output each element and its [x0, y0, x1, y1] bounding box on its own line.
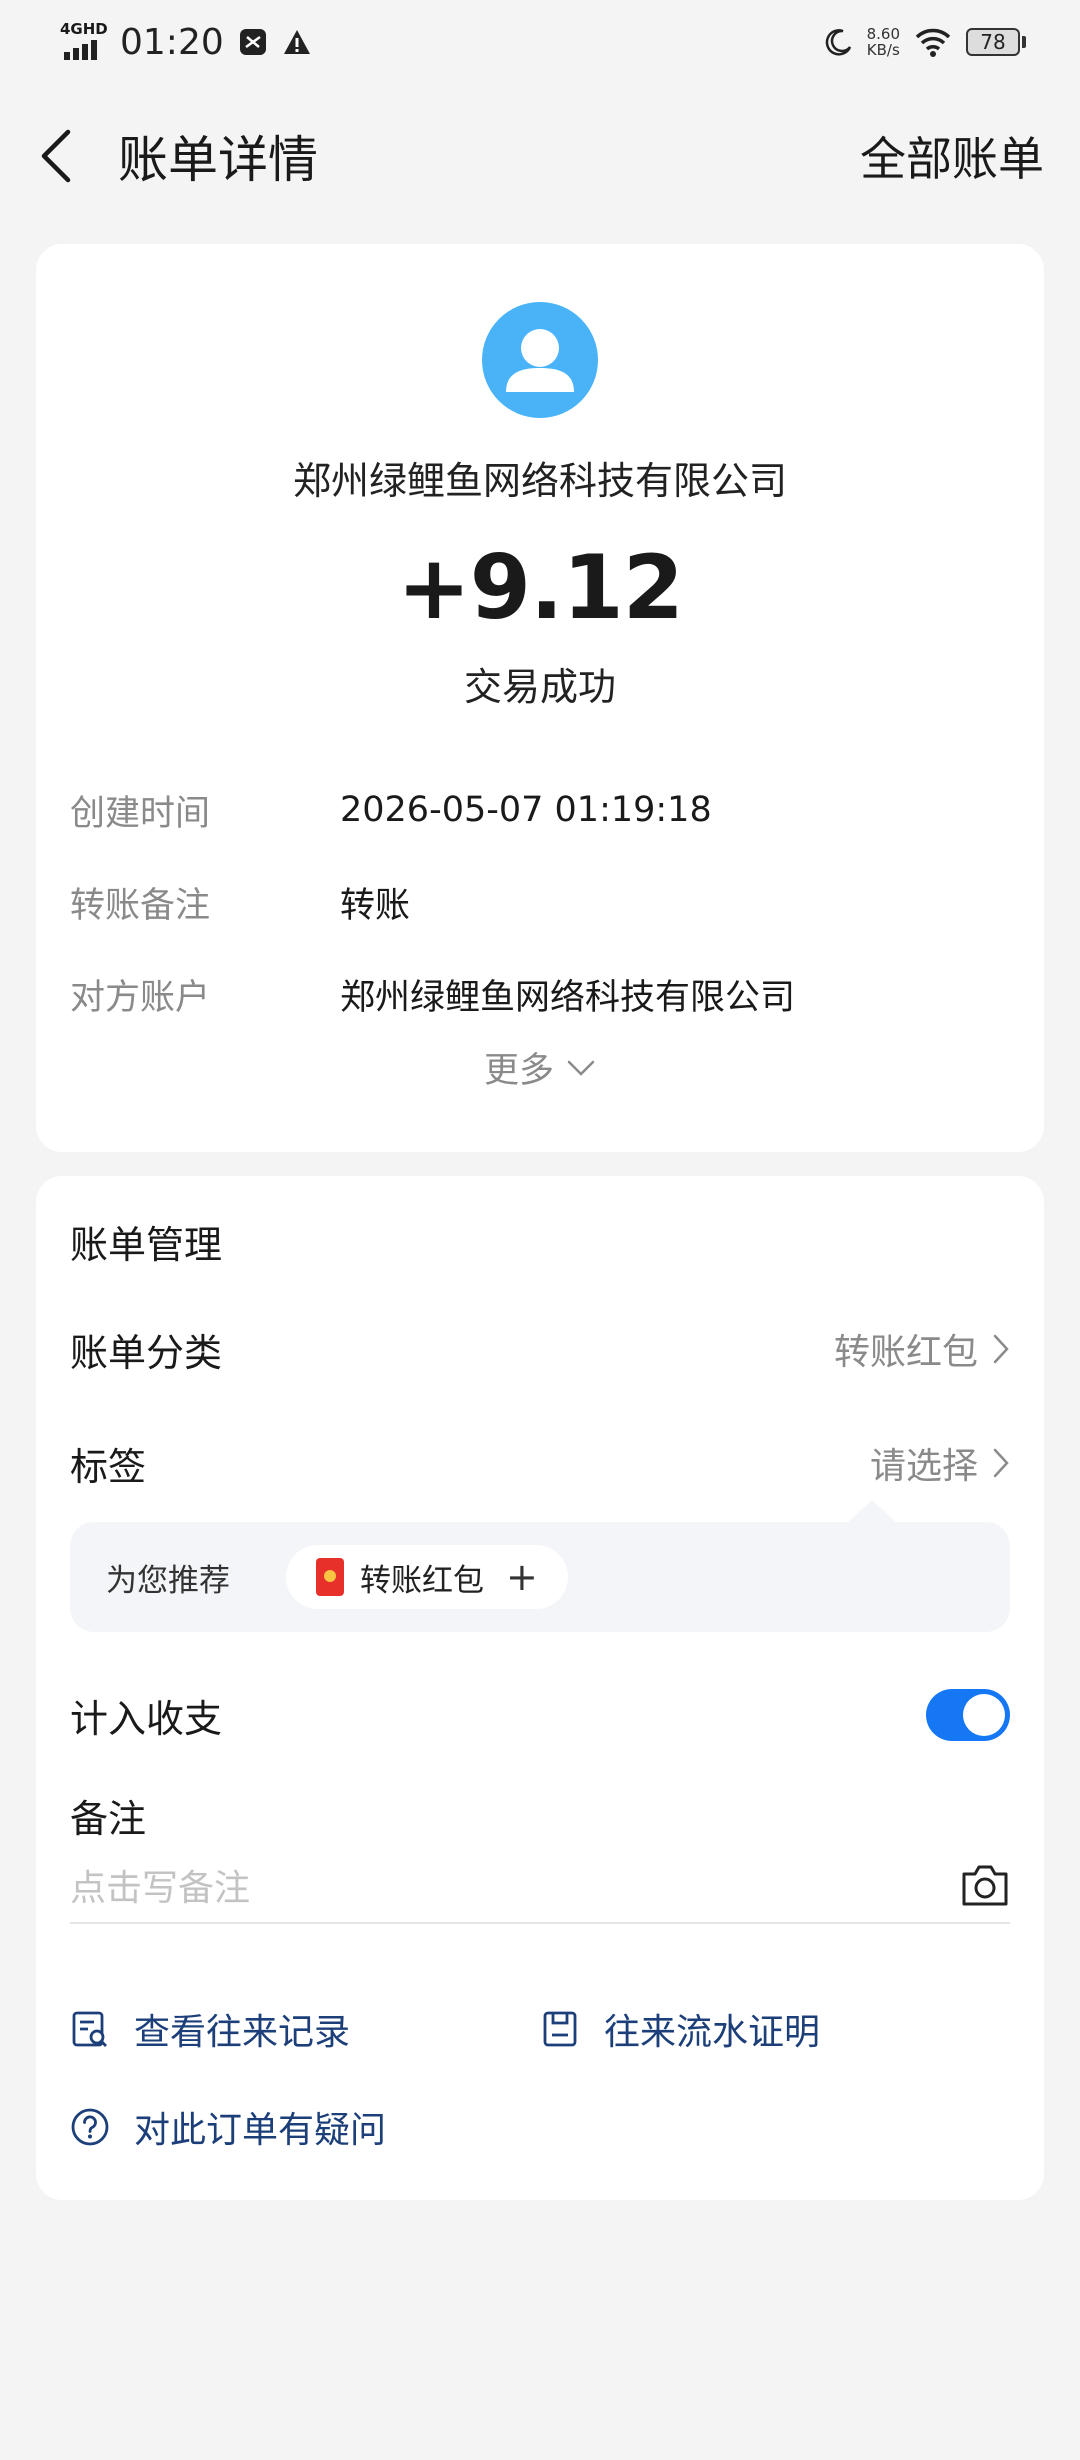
note-input[interactable]: 点击写备注 [70, 1859, 250, 1911]
bill-category-value-group: 转账红包 [834, 1323, 1010, 1375]
chevron-left-icon [41, 129, 71, 183]
battery-level: 78 [980, 30, 1006, 54]
net-speed-value: 8.60 [866, 25, 900, 43]
detail-row-transfer-note: 转账备注 转账 [70, 872, 1010, 932]
chevron-right-icon [993, 1334, 1009, 1364]
status-bar: 4GHD 01:20 8.60 KB/s 78 [0, 0, 1080, 84]
more-label: 更多 [483, 1051, 554, 1091]
net-speed: 8.60 KB/s [867, 26, 900, 58]
records-search-icon [72, 2011, 107, 2047]
red-packet-icon [316, 1558, 344, 1596]
bill-category-value: 转账红包 [833, 1332, 978, 1373]
detail-value: 郑州绿鲤鱼网络科技有限公司 [340, 977, 796, 1018]
app-notification-icon [239, 29, 266, 55]
more-button[interactable]: 更多 [36, 1042, 1044, 1093]
view-records-label: 查看往来记录 [134, 2012, 351, 2053]
network-type: 4GHD [60, 20, 108, 38]
tag-recommendation-panel: 为您推荐 转账红包 + [70, 1500, 1010, 1632]
transaction-proof-label: 往来流水证明 [604, 2012, 821, 2053]
include-in-stats-row: 计入收支 [70, 1680, 1010, 1750]
all-bills-link[interactable]: 全部账单 [860, 123, 1044, 189]
detail-value: 转账 [340, 885, 411, 926]
warning-icon [283, 30, 310, 54]
bill-management-card: 账单管理 账单分类 转账红包 标签 请选择 为您推荐 转账红包 + 计入收支 备… [36, 1176, 1044, 2200]
recommend-label: 为您推荐 [106, 1562, 230, 1599]
avatar [482, 302, 598, 418]
recommend-chip[interactable]: 转账红包 + [286, 1545, 568, 1609]
plus-icon: + [506, 1555, 538, 1599]
counterparty-name: 郑州绿鲤鱼网络科技有限公司 [292, 459, 787, 503]
user-icon [506, 329, 574, 392]
bill-category-label: 账单分类 [70, 1330, 223, 1375]
include-in-stats-label: 计入收支 [70, 1696, 223, 1741]
note-input-row: 点击写备注 [70, 1848, 1010, 1924]
include-in-stats-toggle[interactable] [926, 1689, 1010, 1741]
status-left: 4GHD 01:20 [60, 20, 312, 63]
chevron-right-icon [993, 1448, 1009, 1478]
bill-category-row[interactable]: 账单分类 转账红包 [70, 1314, 1010, 1384]
view-records-link[interactable]: 查看往来记录 [70, 1994, 350, 2064]
tag-value-group: 请选择 [870, 1437, 1010, 1489]
transaction-status: 交易成功 [463, 665, 616, 709]
recommend-chip-label: 转账红包 [360, 1562, 484, 1599]
tag-row[interactable]: 标签 请选择 [70, 1428, 1010, 1498]
detail-label: 转账备注 [70, 885, 211, 926]
nav-bar: 账单详情 全部账单 [0, 110, 1080, 202]
note-label: 备注 [70, 1797, 147, 1841]
tag-label: 标签 [70, 1444, 147, 1489]
panel-pointer [846, 1500, 898, 1524]
page-title: 账单详情 [118, 131, 318, 189]
chevron-down-icon [567, 1060, 595, 1076]
tag-value: 请选择 [869, 1446, 978, 1487]
detail-row-counterparty-account: 对方账户 郑州绿鲤鱼网络科技有限公司 [70, 964, 1010, 1024]
transaction-amount: +9.12 [397, 536, 684, 639]
document-icon [543, 2011, 577, 2047]
toggle-knob [963, 1694, 1005, 1736]
order-question-link[interactable]: 对此订单有疑问 [70, 2092, 386, 2162]
net-speed-unit: KB/s [866, 41, 900, 59]
signal-icon: 4GHD [60, 20, 108, 62]
status-time: 01:20 [120, 21, 224, 63]
section-title: 账单管理 [70, 1223, 223, 1267]
moon-icon [825, 29, 851, 56]
wifi-icon [915, 28, 951, 57]
detail-row-created-time: 创建时间 2026-05-07 01:19:18 [70, 780, 1010, 840]
detail-label: 创建时间 [70, 793, 211, 834]
battery-icon: 78 [966, 28, 1026, 56]
order-question-label: 对此订单有疑问 [134, 2110, 387, 2151]
status-right: 8.60 KB/s 78 [823, 26, 1026, 58]
transaction-proof-link[interactable]: 往来流水证明 [540, 1994, 820, 2064]
detail-label: 对方账户 [70, 977, 211, 1018]
back-button[interactable] [36, 121, 92, 191]
camera-icon[interactable] [960, 1862, 1010, 1908]
transaction-card: 郑州绿鲤鱼网络科技有限公司 +9.12 交易成功 创建时间 2026-05-07… [36, 244, 1044, 1152]
question-icon [71, 2108, 109, 2146]
detail-value: 2026-05-07 01:19:18 [340, 790, 712, 830]
